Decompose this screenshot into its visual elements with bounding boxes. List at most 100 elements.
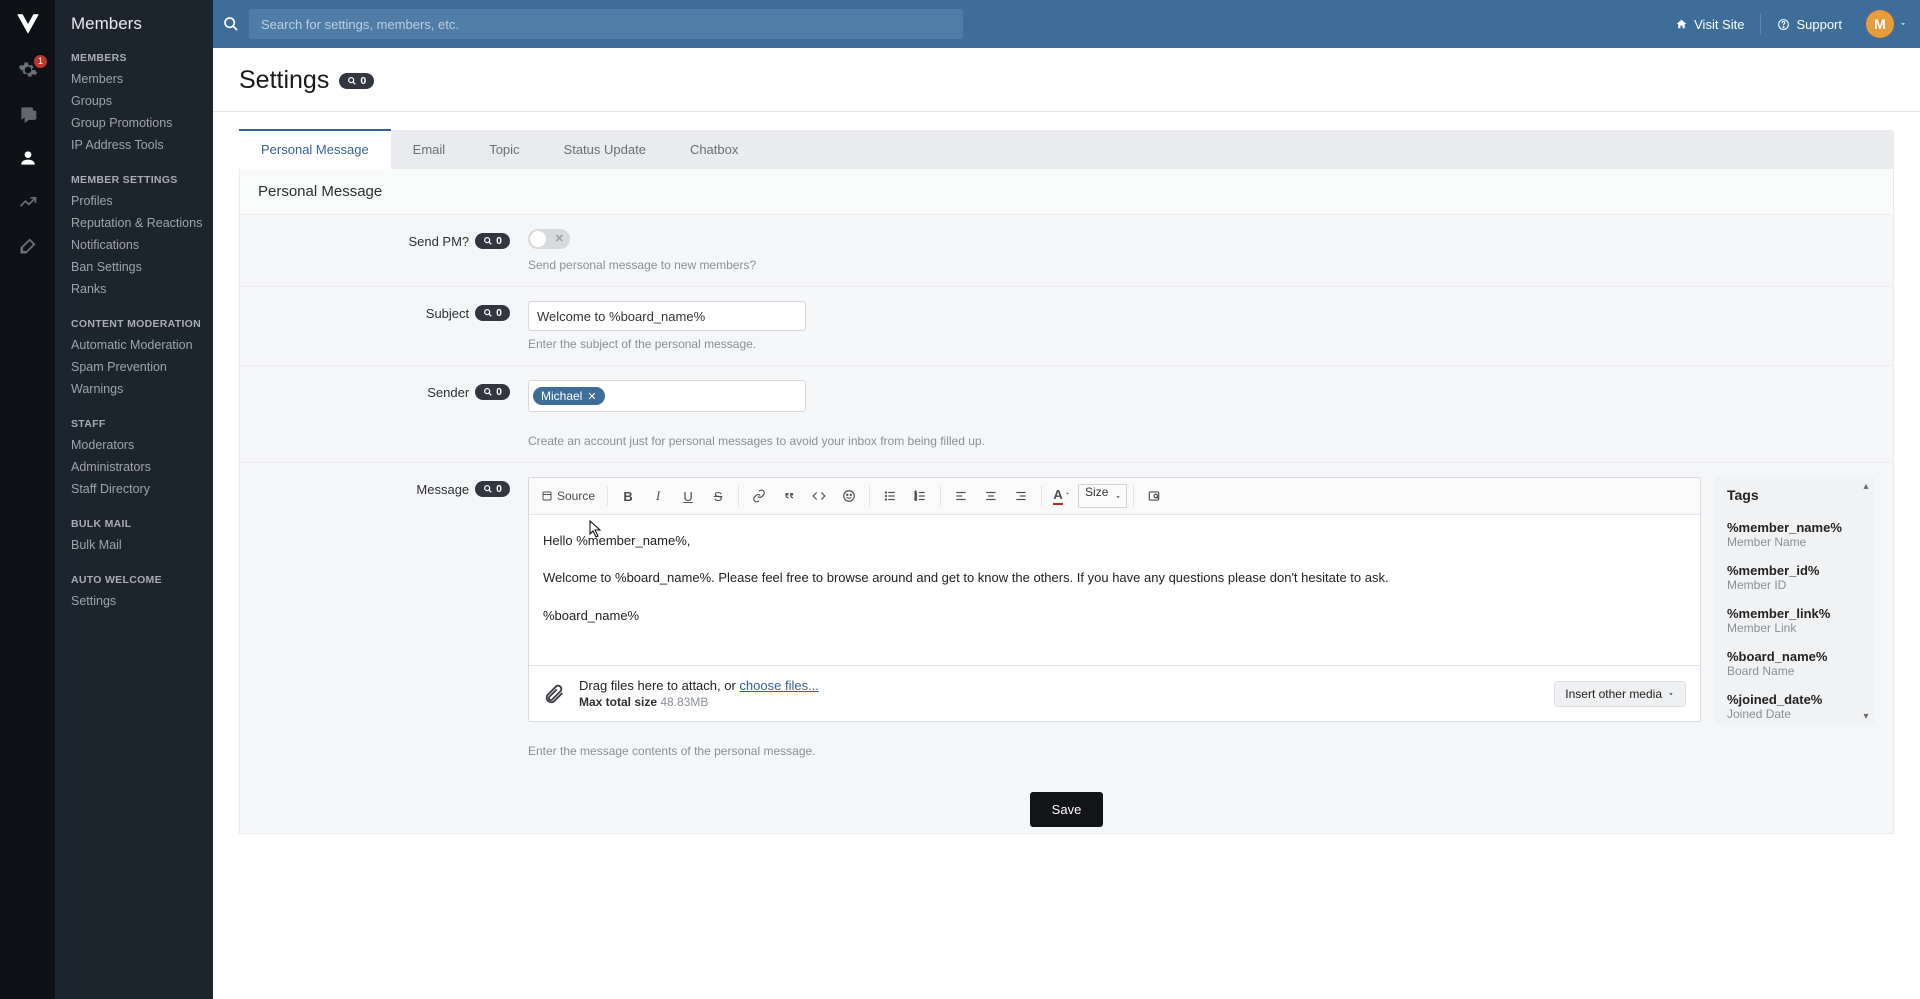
- tab[interactable]: Chatbox: [668, 130, 760, 169]
- insert-other-media-button[interactable]: Insert other media: [1554, 681, 1686, 707]
- page-title-row: Settings 0: [213, 48, 1920, 112]
- choose-files-link[interactable]: choose files...: [739, 678, 819, 693]
- editor-paragraph: %board_name%: [543, 604, 1686, 627]
- tag-entry[interactable]: %board_name%Board Name: [1715, 642, 1875, 685]
- tab[interactable]: Email: [391, 130, 468, 169]
- attach-text: Drag files here to attach, or choose fil…: [579, 678, 819, 693]
- save-button[interactable]: Save: [1030, 792, 1104, 827]
- editor-paragraph: Hello %member_name%,: [543, 529, 1686, 552]
- field-badge[interactable]: 0: [475, 305, 510, 321]
- page-title: Settings: [239, 66, 329, 95]
- field-badge[interactable]: 0: [475, 384, 510, 400]
- editor-emoji-button[interactable]: [835, 483, 863, 509]
- sidebar-item[interactable]: Staff Directory: [71, 478, 213, 500]
- panel-section-title: Personal Message: [240, 169, 1893, 215]
- tab[interactable]: Topic: [467, 130, 541, 169]
- tag-code: %member_name%: [1727, 520, 1863, 535]
- paperclip-icon: [543, 683, 565, 705]
- editor-underline-button[interactable]: U: [674, 483, 702, 509]
- nav-messages-icon[interactable]: [0, 92, 55, 136]
- editor-strike-button[interactable]: S: [704, 483, 732, 509]
- nav-customize-icon[interactable]: [0, 224, 55, 268]
- editor-source-button[interactable]: Source: [535, 483, 601, 509]
- sidebar: Members MEMBERSMembersGroupsGroup Promot…: [55, 0, 213, 999]
- nav-settings-icon[interactable]: 1: [0, 48, 55, 92]
- tag-entry[interactable]: %joined_date%Joined Date: [1715, 685, 1875, 725]
- sidebar-item[interactable]: Settings: [71, 590, 213, 612]
- sender-input[interactable]: Michael ✕: [528, 380, 806, 412]
- editor-preview-button[interactable]: [1140, 483, 1168, 509]
- page-title-badge[interactable]: 0: [339, 73, 374, 89]
- tag-code: %joined_date%: [1727, 692, 1863, 707]
- sidebar-item[interactable]: Moderators: [71, 434, 213, 456]
- editor-link-button[interactable]: [745, 483, 773, 509]
- tag-entry[interactable]: %member_id%Member ID: [1715, 556, 1875, 599]
- editor-italic-button[interactable]: I: [644, 483, 672, 509]
- support-label: Support: [1796, 17, 1842, 32]
- editor-ol-button[interactable]: 123: [906, 483, 934, 509]
- nav-members-icon[interactable]: [0, 136, 55, 180]
- editor-color-button[interactable]: A: [1048, 483, 1076, 509]
- attach-subtext: Max total size 48.83MB: [579, 695, 819, 709]
- editor-ul-button[interactable]: [876, 483, 904, 509]
- icon-sidebar: 1: [0, 0, 55, 999]
- chip-remove-icon[interactable]: ✕: [587, 390, 596, 403]
- sidebar-item[interactable]: Members: [71, 68, 213, 90]
- field-badge[interactable]: 0: [475, 233, 510, 249]
- editor-align-right-button[interactable]: [1007, 483, 1035, 509]
- user-menu-caret[interactable]: [1898, 19, 1908, 29]
- tags-list[interactable]: %member_name%Member Name%member_id%Membe…: [1715, 513, 1875, 725]
- search-input[interactable]: [249, 9, 963, 39]
- user-avatar[interactable]: M: [1866, 10, 1894, 38]
- sidebar-item[interactable]: Groups: [71, 90, 213, 112]
- editor-bold-button[interactable]: B: [614, 483, 642, 509]
- sidebar-item[interactable]: IP Address Tools: [71, 134, 213, 156]
- editor-code-button[interactable]: [805, 483, 833, 509]
- tag-entry[interactable]: %member_name%Member Name: [1715, 513, 1875, 556]
- sidebar-section-heading: MEMBERS: [71, 52, 213, 64]
- editor-size-select[interactable]: Size: [1078, 484, 1127, 508]
- sender-help: Create an account just for personal mess…: [528, 434, 1875, 448]
- search-icon[interactable]: [213, 0, 249, 48]
- sidebar-item[interactable]: Profiles: [71, 190, 213, 212]
- app-logo[interactable]: [0, 0, 55, 48]
- tag-label: Member Link: [1727, 621, 1863, 635]
- tag-label: Member ID: [1727, 578, 1863, 592]
- subject-label: Subject: [426, 306, 469, 321]
- subject-input[interactable]: [528, 301, 806, 331]
- editor-toolbar: Source B I U S: [529, 478, 1700, 515]
- scroll-down-icon[interactable]: ▾: [1859, 709, 1873, 723]
- tab[interactable]: Status Update: [542, 130, 668, 169]
- tag-entry[interactable]: %member_link%Member Link: [1715, 599, 1875, 642]
- tabs: Personal MessageEmailTopicStatus UpdateC…: [239, 130, 1894, 169]
- sidebar-item[interactable]: Notifications: [71, 234, 213, 256]
- sender-chip: Michael ✕: [533, 387, 605, 405]
- sidebar-item[interactable]: Bulk Mail: [71, 534, 213, 556]
- editor-align-left-button[interactable]: [947, 483, 975, 509]
- editor-body[interactable]: Hello %member_name%,Welcome to %board_na…: [529, 515, 1700, 665]
- send-pm-toggle[interactable]: ✕: [528, 229, 570, 249]
- editor-align-center-button[interactable]: [977, 483, 1005, 509]
- tab[interactable]: Personal Message: [239, 129, 391, 169]
- visit-site-link[interactable]: Visit Site: [1661, 9, 1758, 39]
- sidebar-item[interactable]: Administrators: [71, 456, 213, 478]
- editor-quote-button[interactable]: [775, 483, 803, 509]
- sidebar-section-heading: AUTO WELCOME: [71, 574, 213, 586]
- header-divider: [1760, 13, 1761, 35]
- form-row-send-pm: Send PM? 0 ✕ Send personal message to ne…: [240, 215, 1893, 287]
- scroll-up-icon[interactable]: ▴: [1859, 479, 1873, 493]
- sidebar-item[interactable]: Reputation & Reactions: [71, 212, 213, 234]
- sidebar-item[interactable]: Spam Prevention: [71, 356, 213, 378]
- sidebar-item[interactable]: Warnings: [71, 378, 213, 400]
- sidebar-item[interactable]: Automatic Moderation: [71, 334, 213, 356]
- sidebar-item[interactable]: Ranks: [71, 278, 213, 300]
- tag-code: %member_id%: [1727, 563, 1863, 578]
- tag-code: %board_name%: [1727, 649, 1863, 664]
- support-link[interactable]: Support: [1763, 9, 1856, 39]
- sidebar-item[interactable]: Ban Settings: [71, 256, 213, 278]
- nav-stats-icon[interactable]: [0, 180, 55, 224]
- form-row-sender: Sender 0 Michael ✕: [240, 366, 1893, 463]
- field-badge[interactable]: 0: [475, 481, 510, 497]
- tag-code: %member_link%: [1727, 606, 1863, 621]
- sidebar-item[interactable]: Group Promotions: [71, 112, 213, 134]
